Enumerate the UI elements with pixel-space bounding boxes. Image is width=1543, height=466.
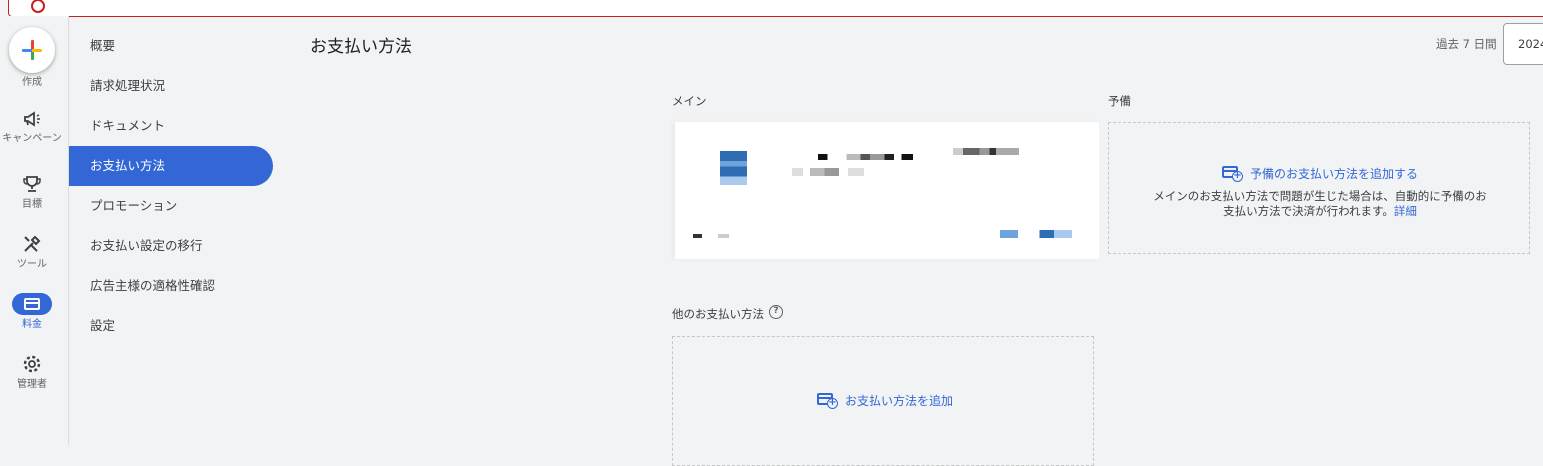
other-payment-box: + お支払い方法を追加 — [672, 336, 1094, 466]
nav-item-payment-methods[interactable]: お支払い方法 — [69, 146, 273, 186]
gear-icon[interactable] — [22, 354, 42, 374]
add-payment-label[interactable]: お支払い方法を追加 — [845, 392, 953, 409]
create-button[interactable] — [9, 27, 55, 73]
card-brand-logo — [720, 151, 747, 185]
nav-item-settings-migration[interactable]: お支払い設定の移行 — [69, 226, 273, 266]
billing-sub-nav: 概要 請求処理状況 ドキュメント お支払い方法 プロモーション お支払い設定の移… — [69, 26, 273, 346]
page-title: お支払い方法 — [310, 37, 412, 57]
rail-item-admin[interactable]: 管理者 — [0, 379, 64, 390]
backup-description: メインのお支払い方法で問題が生じた場合は、自動的に予備のお 支払い方法で決済が行… — [1109, 189, 1531, 219]
redacted-card-name — [818, 154, 913, 160]
redacted-card-expiry — [792, 168, 864, 176]
backup-description-line1: メインのお支払い方法で問題が生じた場合は、自動的に予備のお — [1153, 189, 1487, 203]
rail-item-billing[interactable]: 料金 — [0, 319, 64, 330]
tools-icon[interactable] — [22, 234, 42, 254]
create-label: 作成 — [22, 77, 42, 88]
nav-item-overview[interactable]: 概要 — [69, 26, 273, 66]
other-payment-label: 他のお支払い方法 — [672, 307, 764, 321]
nav-item-billing-status[interactable]: 請求処理状況 — [69, 66, 273, 106]
add-backup-payment-label[interactable]: 予備のお支払い方法を追加する — [1250, 165, 1418, 182]
rail-item-campaigns[interactable]: キャンペーン — [0, 133, 64, 144]
add-payment-link[interactable]: + お支払い方法を追加 — [817, 392, 953, 409]
card-action-icons[interactable] — [1000, 230, 1072, 238]
backup-payment-box: + 予備のお支払い方法を追加する メインのお支払い方法で問題が生じた場合は、自動… — [1108, 122, 1530, 254]
error-banner — [8, 0, 1543, 17]
date-range-label: 過去 7 日間 — [1436, 37, 1497, 51]
date-range-selector[interactable]: 2024 — [1503, 23, 1543, 65]
error-icon — [31, 0, 45, 13]
billing-card-icon — [24, 298, 40, 310]
backup-section-label: 予備 — [1108, 94, 1131, 108]
side-rail: 作成 キャンペーン 目標 ツール 料金 管理者 — [0, 16, 69, 445]
nav-item-settings[interactable]: 設定 — [69, 306, 273, 346]
help-icon[interactable]: ? — [769, 305, 783, 319]
primary-section-label: メイン — [672, 94, 707, 108]
nav-item-promotions[interactable]: プロモーション — [69, 186, 273, 226]
nav-item-advertiser-verification[interactable]: 広告主様の適格性確認 — [69, 266, 273, 306]
date-range-value: 2024 — [1518, 37, 1543, 51]
add-card-icon: + — [817, 392, 839, 409]
learn-more-link[interactable]: 詳細 — [1394, 204, 1417, 218]
backup-description-line2: 支払い方法で決済が行われます。 — [1223, 204, 1394, 218]
trophy-icon[interactable] — [22, 174, 42, 194]
redacted-card-number — [953, 148, 1019, 155]
add-backup-payment-link[interactable]: + 予備のお支払い方法を追加する — [1222, 165, 1418, 182]
rail-item-goals[interactable]: 目標 — [0, 199, 64, 210]
primary-payment-card[interactable] — [675, 122, 1099, 259]
redacted-card-footer — [693, 234, 729, 238]
rail-item-tools[interactable]: ツール — [0, 259, 64, 270]
megaphone-icon[interactable] — [22, 109, 42, 129]
billing-nav-button[interactable] — [12, 293, 52, 315]
add-card-icon: + — [1222, 165, 1244, 182]
nav-item-documents[interactable]: ドキュメント — [69, 106, 273, 146]
